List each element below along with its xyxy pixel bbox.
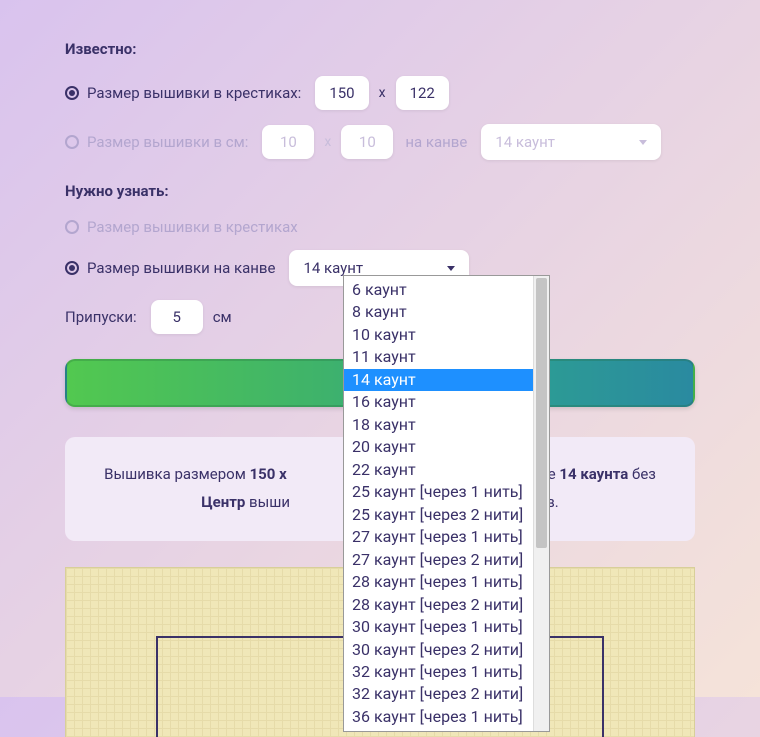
allowance-input[interactable]: 5 [151,300,203,334]
dropdown-item[interactable]: 10 каунт [344,324,533,346]
dropdown-item[interactable]: 6 каунт [344,279,533,301]
known-option-crosses[interactable]: Размер вышивки в крестиках: 150 x 122 [65,76,695,110]
known-crosses-width-input[interactable]: 150 [315,76,368,110]
result-text: без [628,465,656,483]
known-header: Известно: [65,40,695,58]
dropdown-item[interactable]: 25 каунт [через 1 нить] [344,481,533,503]
known-cm-height-input[interactable]: 10 [341,125,393,159]
dropdown-item[interactable]: 22 каунт [344,459,533,481]
known-cm-canvas-value: 14 каунт [495,133,555,151]
dropdown-item[interactable]: 30 каунт [через 2 нити] [344,639,533,661]
chevron-down-icon [447,266,455,271]
dropdown-item[interactable]: 36 каунт [через 1 нить] [344,706,533,728]
known-cm-label: Размер вышивки в см: [87,133,248,151]
result-count: 14 каунта [559,465,628,483]
known-crosses-height-input[interactable]: 122 [396,76,449,110]
result-center-label: Центр [201,493,249,511]
dropdown-item[interactable]: 27 каунт [через 2 нити] [344,549,533,571]
known-crosses-label: Размер вышивки в крестиках: [87,84,301,102]
dropdown-item[interactable]: 30 каунт [через 1 нить] [344,616,533,638]
dropdown-item[interactable]: 27 каунт [через 1 нить] [344,526,533,548]
scrollbar[interactable] [533,276,549,731]
canvas-count-dropdown: 6 каунт8 каунт10 каунт11 каунт14 каунт16… [343,275,550,732]
chevron-down-icon [639,140,647,145]
need-canvas-label: Размер вышивки на канве [87,259,275,277]
known-cm-canvas-select[interactable]: 14 каунт [481,124,661,160]
dropdown-item[interactable]: 11 каунт [344,346,533,368]
dropdown-item[interactable]: 25 каунт [через 2 нити] [344,504,533,526]
dropdown-list: 6 каунт8 каунт10 каунт11 каунт14 каунт16… [344,276,533,731]
sep-x2: x [324,134,331,150]
radio-known-crosses[interactable] [65,86,79,100]
result-text: Вышивка размером [104,465,249,483]
result-size: 150 x [250,465,287,483]
need-crosses-label: Размер вышивки в крестиках [87,218,298,236]
dropdown-item[interactable]: 18 каунт [344,414,533,436]
dropdown-item[interactable]: 32 каунт [через 2 нити] [344,683,533,705]
known-option-cm[interactable]: Размер вышивки в см: 10 x 10 на канве 14… [65,124,695,160]
result-text: выши [249,493,290,511]
dropdown-item[interactable]: 14 каунт [344,369,533,391]
radio-need-crosses[interactable] [65,220,79,234]
dropdown-item[interactable]: 32 каунт [через 1 нить] [344,661,533,683]
known-cm-width-input[interactable]: 10 [262,125,314,159]
radio-need-canvas[interactable] [65,261,79,275]
known-cm-canvas-label: на канве [405,133,467,151]
allowance-unit: см [213,308,232,326]
allowance-label: Припуски: [65,308,137,326]
dropdown-item[interactable]: 8 каунт [344,301,533,323]
radio-known-cm[interactable] [65,135,79,149]
need-header: Нужно узнать: [65,182,695,200]
sep-x1: x [379,85,386,101]
dropdown-item[interactable]: 28 каунт [через 1 нить] [344,571,533,593]
dropdown-item[interactable]: 28 каунт [через 2 нити] [344,594,533,616]
dropdown-item[interactable]: 16 каунт [344,391,533,413]
dropdown-item[interactable]: 20 каунт [344,436,533,458]
need-option-crosses[interactable]: Размер вышивки в крестиках [65,218,695,236]
